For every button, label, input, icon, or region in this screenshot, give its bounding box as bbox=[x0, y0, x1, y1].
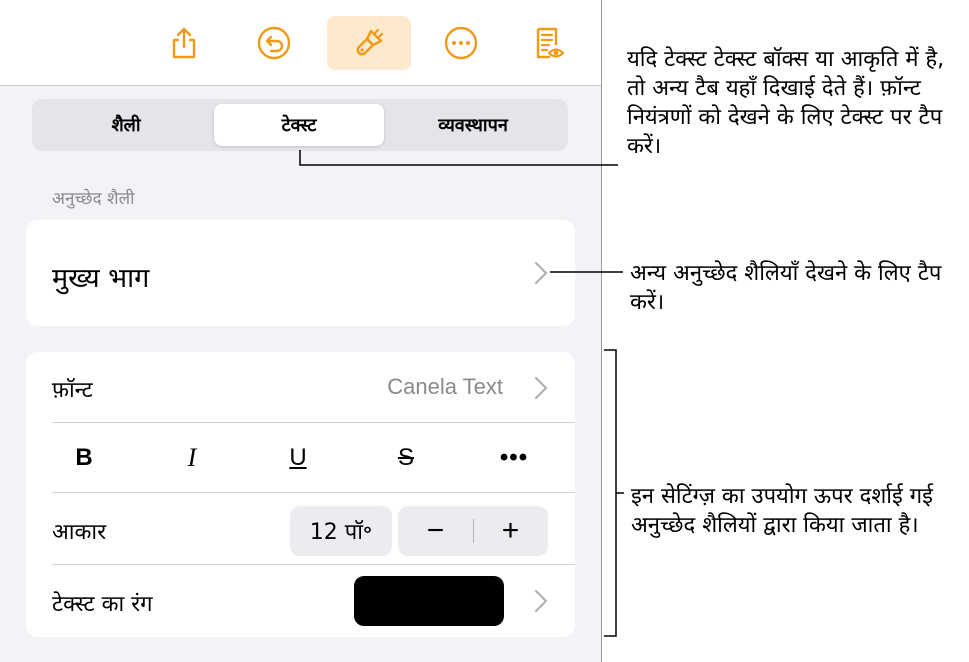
format-panel: शैली टेक्स्ट व्यवस्थापन अनुच्छेद शैली मु… bbox=[0, 0, 602, 662]
font-settings-card: फ़ॉन्ट Canela Text B I U S ••• आकार 12 प… bbox=[26, 352, 575, 637]
chevron-right-icon bbox=[534, 261, 548, 285]
paragraph-style-row[interactable]: मुख्य भाग bbox=[26, 220, 575, 326]
toolbar bbox=[0, 0, 601, 86]
reading-view-button[interactable] bbox=[522, 16, 574, 70]
more-text-options-button[interactable]: ••• bbox=[484, 438, 544, 478]
settings-callout: इन सेटिंग्ज़ का उपयोग ऊपर दर्शाई गई अनुच… bbox=[631, 484, 933, 538]
row-divider bbox=[52, 422, 575, 423]
share-button[interactable] bbox=[158, 16, 210, 70]
decrease-size-button[interactable]: − bbox=[398, 506, 473, 556]
more-icon bbox=[444, 26, 478, 60]
tabs-callout: यदि टेक्स्ट टेक्स्ट बॉक्स या आकृति में ह… bbox=[627, 47, 945, 159]
styles-callout: अन्य अनुच्छेद शैलियाँ देखने के लिए टैप क… bbox=[630, 261, 942, 315]
undo-icon bbox=[257, 26, 291, 60]
chevron-right-icon bbox=[534, 589, 548, 613]
bold-button[interactable]: B bbox=[54, 438, 114, 478]
italic-button[interactable]: I bbox=[162, 438, 222, 478]
size-label: आकार bbox=[52, 520, 107, 545]
font-size-value[interactable]: 12 पॉ॰ bbox=[290, 506, 392, 556]
text-color-label: टेक्स्ट का रंग bbox=[52, 592, 153, 617]
undo-button[interactable] bbox=[248, 16, 300, 70]
font-size-stepper: − + bbox=[398, 506, 548, 556]
format-button[interactable] bbox=[327, 16, 411, 70]
document-view-icon bbox=[536, 27, 565, 59]
font-value[interactable]: Canela Text bbox=[387, 374, 503, 400]
increase-size-button[interactable]: + bbox=[473, 506, 548, 556]
strikethrough-button[interactable]: S bbox=[376, 438, 436, 478]
text-color-swatch[interactable] bbox=[354, 576, 504, 626]
paragraph-style-section-label: अनुच्छेद शैली bbox=[52, 189, 135, 209]
row-divider bbox=[52, 492, 575, 493]
format-brush-icon bbox=[356, 28, 384, 56]
tab-arrange[interactable]: व्यवस्थापन bbox=[384, 104, 562, 146]
row-divider bbox=[52, 564, 575, 565]
underline-button[interactable]: U bbox=[268, 438, 328, 478]
font-label: फ़ॉन्ट bbox=[52, 378, 93, 403]
chevron-right-icon bbox=[534, 376, 548, 400]
tab-text[interactable]: टेक्स्ट bbox=[214, 104, 384, 146]
paragraph-style-name: मुख्य भाग bbox=[52, 263, 150, 294]
share-icon bbox=[172, 27, 196, 59]
tab-style[interactable]: शैली bbox=[38, 104, 214, 146]
more-button[interactable] bbox=[435, 16, 487, 70]
format-tabs: शैली टेक्स्ट व्यवस्थापन bbox=[32, 99, 568, 151]
